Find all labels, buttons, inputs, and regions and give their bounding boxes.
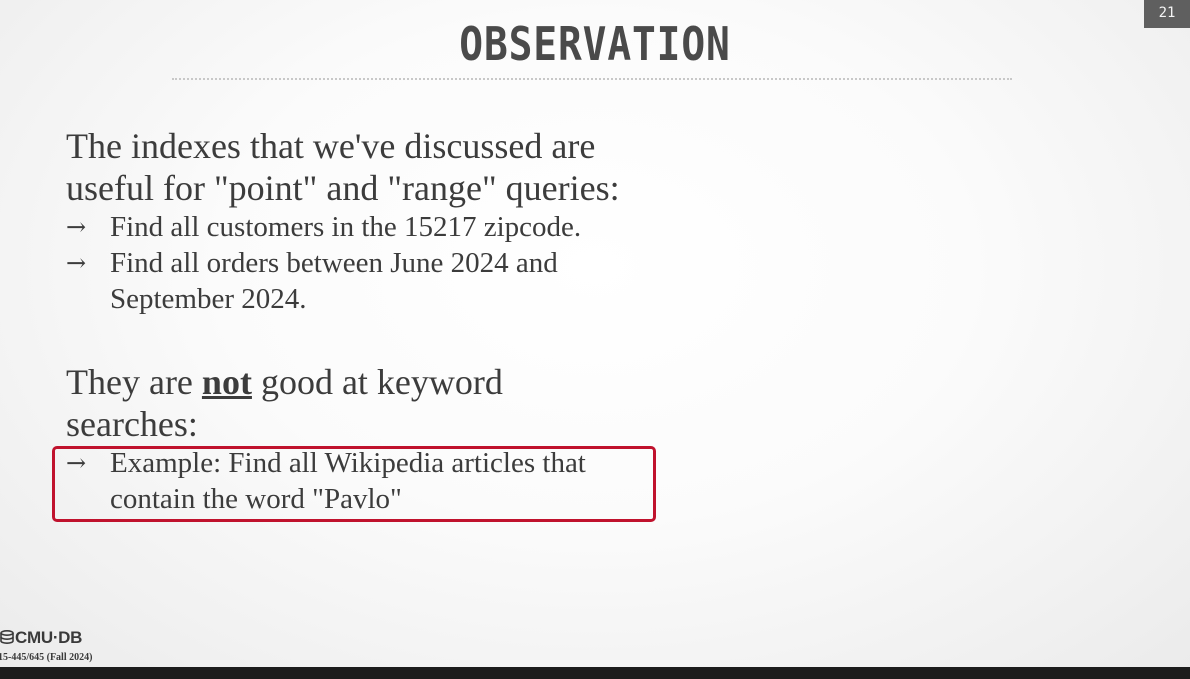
title-divider	[172, 78, 1012, 80]
indexes-examples-list: → Find all customers in the 15217 zipcod…	[66, 209, 620, 317]
list-item-text: Find all customers in the 15217 zipcode.	[110, 211, 582, 243]
cmu-db-logo: CMU·DB	[0, 628, 82, 648]
main-point-keyword-after: good at keyword	[251, 362, 503, 402]
bottom-bar	[0, 667, 1190, 679]
emphasis-not: not	[201, 362, 252, 402]
course-label: 15-445/645 (Fall 2024)	[0, 652, 93, 663]
main-point-indexes-line2: useful for "point" and "range" queries:	[66, 168, 620, 208]
list-item-text: Find all orders between June 2024 and	[110, 247, 558, 279]
main-point-indexes-line1: The indexes that we've discussed are	[66, 126, 596, 166]
slide: OBSERVATION 21 The indexes that we've di…	[0, 0, 1190, 667]
main-point-indexes: The indexes that we've discussed are use…	[66, 125, 620, 209]
slide-title: OBSERVATION	[459, 17, 731, 71]
list-item-text-continued: September 2024.	[110, 283, 307, 315]
main-point-keyword-line2: searches:	[66, 404, 198, 444]
arrow-icon: →	[66, 213, 87, 241]
list-item: → Find all customers in the 15217 zipcod…	[66, 209, 620, 245]
logo-text: CMU·DB	[15, 628, 83, 647]
database-icon	[0, 630, 14, 644]
highlight-box	[52, 446, 656, 522]
list-item: → Find all orders between June 2024 and …	[66, 245, 620, 317]
page-number: 21	[1144, 0, 1190, 28]
arrow-icon: →	[66, 249, 87, 277]
main-point-keyword: They are not good at keyword searches:	[66, 361, 620, 445]
main-point-keyword-before: They are	[66, 362, 202, 402]
